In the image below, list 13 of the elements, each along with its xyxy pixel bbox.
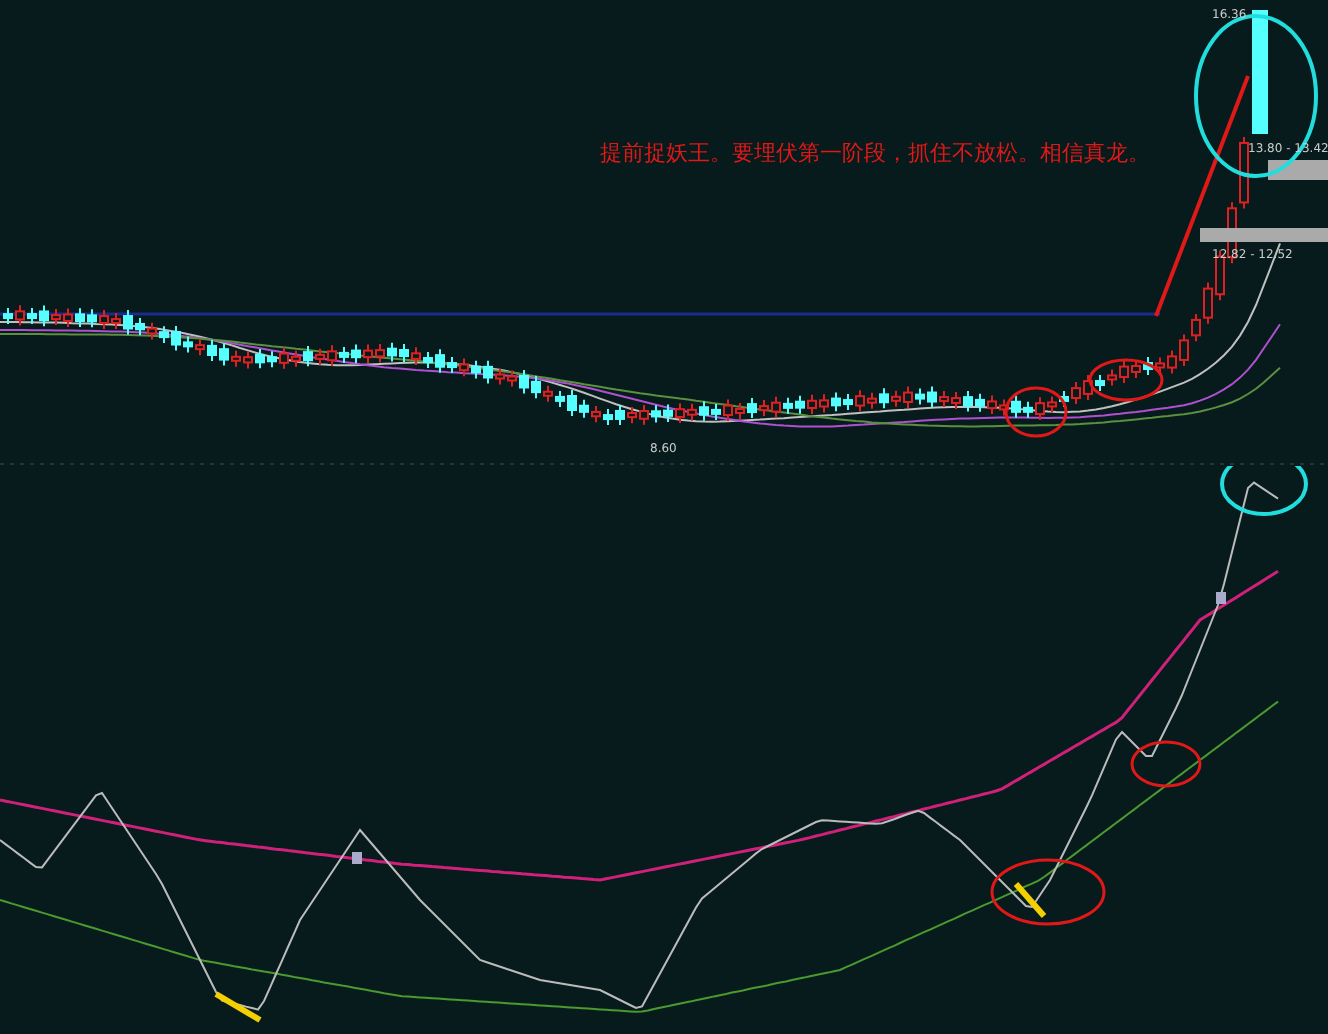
signal-marker — [1216, 592, 1226, 604]
price-zone-bar — [1200, 228, 1328, 242]
price-zone-bar — [1268, 160, 1328, 180]
candle — [1252, 10, 1268, 134]
signal-highlight — [1013, 882, 1047, 918]
circle-mark — [990, 858, 1106, 926]
circle-mark — [1004, 386, 1068, 438]
signal-highlight — [214, 991, 262, 1023]
signal-marker — [352, 852, 362, 864]
circle-mark — [1088, 358, 1164, 402]
circle-mark — [1220, 466, 1308, 516]
annotation-text: 提前捉妖王。要埋伏第一阶段，抓住不放松。相信真龙。 — [600, 138, 1150, 168]
circle-mark — [1130, 740, 1202, 788]
